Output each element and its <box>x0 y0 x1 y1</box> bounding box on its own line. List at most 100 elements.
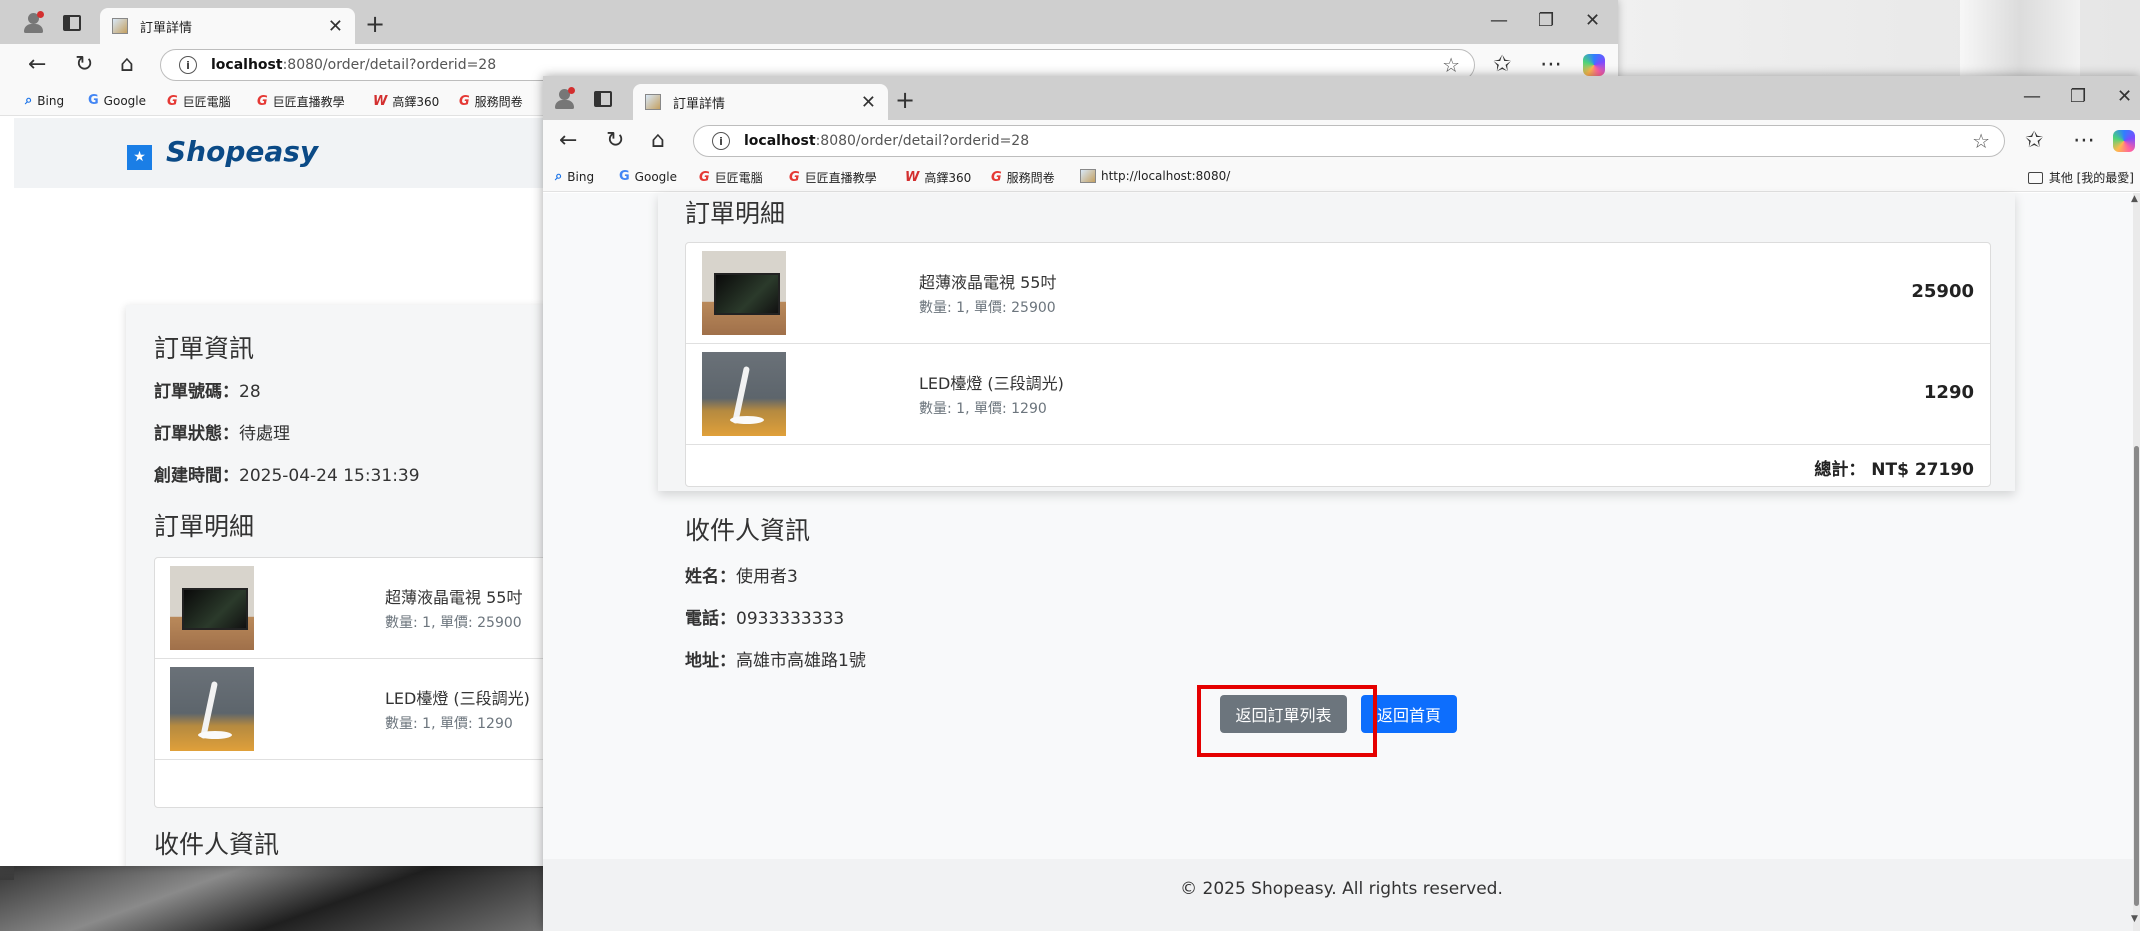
bookmark-label: 服務問卷 <box>1006 171 1055 185</box>
order-card: 訂單資訊 訂單號碼：28 訂單狀態：待處理 創建時間：2025-04-24 15… <box>126 305 574 866</box>
url-host: localhost <box>744 133 816 149</box>
bookmark-label: Bing <box>37 93 65 108</box>
back-arrow-icon[interactable]: ← <box>28 52 46 78</box>
order-status-label: 訂單狀態： <box>154 424 239 444</box>
bookmark-bing[interactable]: ⌕ Bing <box>555 169 594 184</box>
list-item: LED檯燈 (三段調光) 數量: 1, 單價: 1290 <box>155 659 573 760</box>
list-item: 超薄液晶電視 55吋 數量: 1, 單價: 25900 25900 <box>686 243 1990 344</box>
tab-title: 訂單詳情 <box>140 20 193 36</box>
product-name: LED檯燈 (三段調光) <box>919 374 1064 393</box>
navigation-bar: ← ↻ ⌂ i localhost:8080/order/detail?orde… <box>543 120 2140 162</box>
order-number-value: 28 <box>239 382 261 402</box>
recipient-name-value: 使用者3 <box>736 567 798 587</box>
bookmark-localhost[interactable]: . http://localhost:8080/ <box>1080 169 1230 183</box>
desktop-wallpaper-corner <box>0 860 560 931</box>
bookmark-label: 巨匠直播教學 <box>804 171 877 185</box>
favorites-icon[interactable]: ✩ <box>1493 52 1511 78</box>
brand-name[interactable]: Shopeasy <box>166 135 318 168</box>
bookmark-2[interactable]: G 巨匠直播教學 <box>789 169 877 186</box>
bookmarks-bar: ⌕ Bing G Google G 巨匠電腦 G 巨匠直播教學 W 高鐸360 G 服務問卷… <box>543 162 2140 192</box>
home-icon[interactable]: ⌂ <box>651 128 665 154</box>
maximize-icon[interactable]: ❐ <box>1538 10 1554 31</box>
site-info-icon[interactable]: i <box>712 132 730 150</box>
refresh-icon[interactable]: ↻ <box>606 128 624 154</box>
back-arrow-icon[interactable]: ← <box>559 128 577 154</box>
bookmark-4[interactable]: G 服務問卷 <box>459 93 523 110</box>
bookmark-3[interactable]: W 高鐸360 <box>373 93 439 110</box>
bookmark-4[interactable]: G 服務問卷 <box>991 169 1055 186</box>
other-favorites-label: 其他 [我的最愛] <box>2048 171 2134 185</box>
recipient-title: 收件人資訊 <box>685 516 811 545</box>
recipient-address-label: 地址： <box>685 651 736 671</box>
favorite-star-icon[interactable]: ☆ <box>1442 53 1460 77</box>
order-status-value: 待處理 <box>239 424 290 444</box>
profile-icon[interactable] <box>553 87 577 111</box>
order-details-title: 訂單明細 <box>154 512 255 541</box>
site-info-icon[interactable]: i <box>179 56 197 74</box>
bookmark-3[interactable]: W 高鐸360 <box>905 169 971 186</box>
url-path: :8080/order/detail?orderid=28 <box>282 57 497 73</box>
bookmark-label: 巨匠直播教學 <box>272 95 345 109</box>
product-image-tv <box>702 251 786 335</box>
bookmark-google[interactable]: G Google <box>619 169 677 184</box>
bookmark-1[interactable]: G 巨匠電腦 <box>167 93 231 110</box>
bookmark-label: http://localhost:8080/ <box>1101 169 1231 183</box>
profile-icon[interactable] <box>22 11 46 35</box>
new-tab-icon[interactable]: + <box>895 86 915 114</box>
favorite-star-icon[interactable]: ☆ <box>1972 129 1990 153</box>
scrollbar-thumb[interactable] <box>2134 446 2139 906</box>
window-close-icon[interactable]: ✕ <box>2117 86 2132 107</box>
url-host: localhost <box>211 57 283 73</box>
tab-title: 訂單詳情 <box>673 96 726 112</box>
google-icon: G <box>88 93 99 108</box>
order-number: 訂單號碼：28 <box>154 377 261 402</box>
copilot-icon[interactable] <box>1583 54 1605 76</box>
tab-close-icon[interactable]: ✕ <box>861 92 876 113</box>
recipient-phone-label: 電話： <box>685 609 736 629</box>
new-tab-icon[interactable]: + <box>365 10 385 38</box>
product-meta: 數量: 1, 單價: 25900 <box>919 300 1056 316</box>
w-logo-icon: W <box>373 94 388 109</box>
favorites-icon[interactable]: ✩ <box>2025 128 2043 154</box>
browser-window-front[interactable]: 訂單詳情 ✕ + — ❐ ✕ ← ↻ ⌂ i localhost:8080/or… <box>543 76 2140 931</box>
minimize-icon[interactable]: — <box>2023 86 2041 107</box>
more-menu-icon[interactable]: ⋯ <box>2073 128 2095 154</box>
minimize-icon[interactable]: — <box>1490 10 1508 31</box>
brand-g-icon: G <box>257 94 268 109</box>
brand-logo-icon[interactable]: ★ <box>127 145 152 170</box>
address-bar[interactable]: i localhost:8080/order/detail?orderid=28… <box>693 125 2005 157</box>
workspaces-icon[interactable] <box>63 15 81 31</box>
recipient-name-label: 姓名： <box>685 567 736 587</box>
bookmark-label: 高鐸360 <box>392 95 440 109</box>
workspaces-icon[interactable] <box>594 91 612 107</box>
home-icon[interactable]: ⌂ <box>120 52 134 78</box>
more-menu-icon[interactable]: ⋯ <box>1540 52 1562 78</box>
scroll-down-icon[interactable]: ▼ <box>2131 914 2138 924</box>
tab-order-detail[interactable]: 訂單詳情 ✕ <box>633 84 888 120</box>
tab-strip: 訂單詳情 ✕ + — ❐ ✕ <box>543 76 2140 120</box>
recipient-address-value: 高雄市高雄路1號 <box>736 651 866 671</box>
order-items-list: 超薄液晶電視 55吋 數量: 1, 單價: 25900 25900 LED檯燈 … <box>685 242 1991 487</box>
bookmark-label: Google <box>103 93 146 108</box>
product-image-tv <box>170 566 254 650</box>
refresh-icon[interactable]: ↻ <box>75 52 93 78</box>
order-info-title: 訂單資訊 <box>154 334 255 363</box>
other-favorites[interactable]: 其他 [我的最愛] <box>2027 169 2134 186</box>
window-close-icon[interactable]: ✕ <box>1585 10 1600 31</box>
copilot-icon[interactable] <box>2113 130 2135 152</box>
scroll-up-icon[interactable]: ▲ <box>2131 194 2138 204</box>
bookmark-bing[interactable]: ⌕ Bing <box>25 93 64 108</box>
tab-close-icon[interactable]: ✕ <box>328 16 343 37</box>
bing-icon: ⌕ <box>555 169 563 184</box>
product-meta: 數量: 1, 單價: 25900 <box>385 615 522 631</box>
tab-order-detail[interactable]: 訂單詳情 ✕ <box>100 8 355 44</box>
brand-g-icon: G <box>459 94 470 109</box>
bookmark-label: 巨匠電腦 <box>714 171 763 185</box>
page-favicon-icon: . <box>1080 169 1096 183</box>
bookmark-google[interactable]: G Google <box>88 93 146 108</box>
list-item: 超薄液晶電視 55吋 數量: 1, 單價: 25900 <box>155 558 573 659</box>
maximize-icon[interactable]: ❐ <box>2070 86 2086 107</box>
bookmark-2[interactable]: G 巨匠直播教學 <box>257 93 345 110</box>
bookmark-1[interactable]: G 巨匠電腦 <box>699 169 763 186</box>
order-created-label: 創建時間： <box>154 466 239 486</box>
